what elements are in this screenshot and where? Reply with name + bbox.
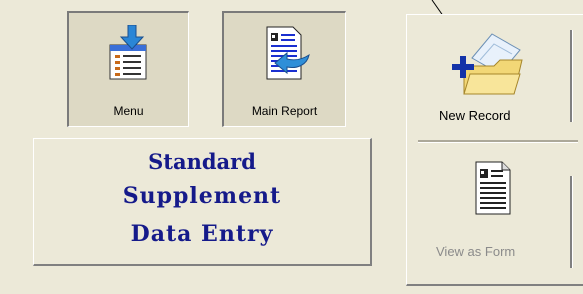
separator [570,30,573,122]
title-line-1: Standard [148,149,256,174]
menu-icon [106,24,152,88]
panel-divider [418,140,578,143]
new-folder-icon [450,30,532,107]
title-line-3: Data Entry [130,221,274,247]
menu-button[interactable]: Menu [67,11,189,127]
main-report-button[interactable]: Main Report [222,11,346,127]
main-report-label: Main Report [251,104,318,118]
form-document-icon [472,160,514,223]
report-icon [259,25,311,88]
page-title-box: Standard Supplement Data Entry [33,138,372,266]
menu-label: Menu [113,104,144,118]
title-line-2: Supplement [122,183,282,209]
separator [570,176,573,268]
new-record-button[interactable]: New Record [420,20,562,135]
new-record-label: New Record [439,108,511,123]
view-as-form-label: View as Form [436,244,516,259]
view-as-form-button[interactable]: View as Form [420,148,562,278]
